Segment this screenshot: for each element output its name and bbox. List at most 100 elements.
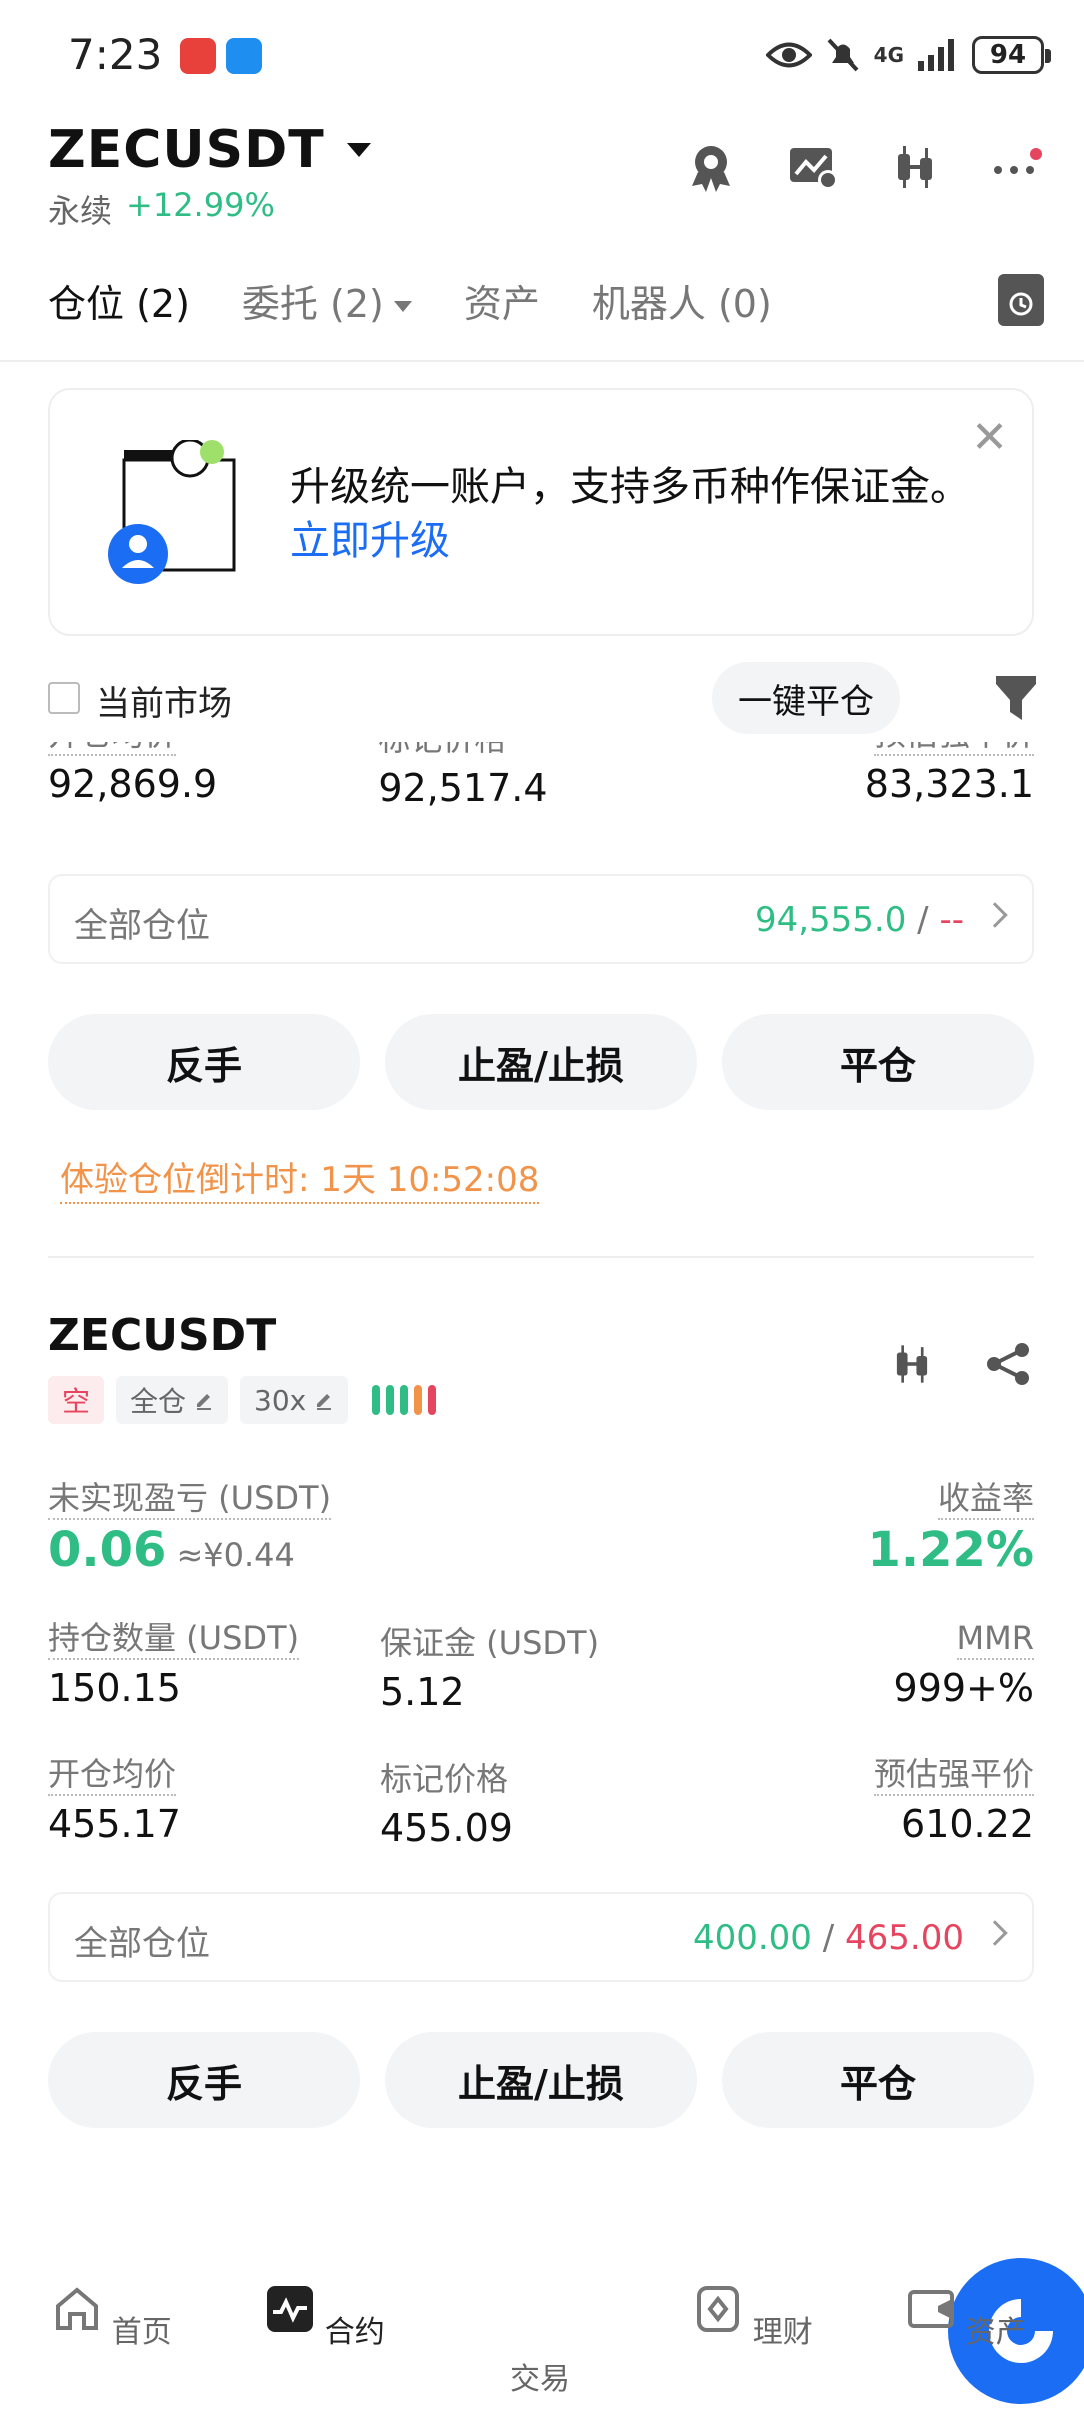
filter-icon[interactable] [996, 672, 1036, 722]
bottom-nav: 首页 合约 交易 理财 资产 [0, 2232, 1084, 2412]
nav-home-label: 首页 [111, 2315, 172, 2350]
current-market-checkbox[interactable] [48, 682, 80, 714]
share-icon[interactable] [984, 1340, 1032, 1388]
pnl-cny-value: ≈¥0.44 [176, 1536, 295, 1574]
nav-futures[interactable]: 合约 [265, 2284, 385, 2351]
size-label: 持仓数量 (USDT) [48, 1618, 300, 1660]
close-all-button[interactable]: 一键平仓 [712, 662, 900, 734]
tab-assets[interactable]: 资产 [464, 273, 540, 328]
mmr-value: 999+% [893, 1666, 1034, 1710]
sl-value: -- [939, 900, 964, 940]
nav-assets[interactable]: 资产 [906, 2284, 1026, 2351]
tab-orders-label: 委托 (2) [241, 281, 384, 326]
close-icon[interactable]: ✕ [971, 412, 1008, 463]
tabs-divider [0, 360, 1084, 362]
network-label: 4G [873, 43, 904, 67]
position2-symbol[interactable]: ZECUSDT [48, 1310, 276, 1361]
section-divider [48, 1256, 1034, 1258]
liq-price-label: 预估强平价 [873, 742, 1034, 756]
mark-price-value: 92,517.4 [378, 766, 548, 810]
eye-icon [765, 42, 812, 68]
candlestick-icon[interactable] [888, 1340, 936, 1388]
risk-bar [400, 1385, 409, 1415]
upgrade-link[interactable]: 立即升级 [290, 518, 450, 564]
risk-bar [428, 1385, 437, 1415]
position-tabs: 仓位 (2) 委托 (2) 资产 机器人 (0) [48, 270, 1044, 330]
tpsl-values: 94,555.0 / -- [755, 900, 964, 940]
history-icon[interactable] [998, 274, 1044, 326]
battery-level: 94 [989, 40, 1027, 70]
position2-actions: 反手 止盈/止损 平仓 [48, 2032, 1034, 2128]
position2-actions-icons [888, 1340, 1032, 1388]
all-positions-row[interactable]: 全部仓位 400.00 / 465.00 [48, 1892, 1034, 1982]
risk-bar [386, 1385, 395, 1415]
tpsl-separator: / [822, 1918, 835, 1958]
open-avg-value: 455.17 [48, 1802, 181, 1846]
reverse-button[interactable]: 反手 [48, 1014, 360, 1110]
all-positions-label: 全部仓位 [74, 906, 210, 946]
battery-indicator: 94 [972, 36, 1051, 74]
wallet-icon [908, 2290, 955, 2328]
nav-trade[interactable]: 交易 [480, 2258, 1084, 2404]
status-bar: 7:23 4G 94 [0, 0, 1084, 110]
unrealized-pnl-label: 未实现盈亏 (USDT) [48, 1478, 332, 1520]
candlestick-icon[interactable] [888, 140, 942, 194]
chevron-right-icon [982, 902, 1008, 928]
header-actions [684, 140, 1044, 194]
position2-price-row: 开仓均价 455.17 标记价格 455.09 预估强平价 610.22 [48, 1754, 1034, 1850]
contract-type: 永续 [48, 192, 113, 230]
nav-futures-label: 合约 [324, 2315, 385, 2350]
close-position-button[interactable]: 平仓 [722, 2032, 1034, 2128]
size-value: 150.15 [48, 1666, 181, 1710]
tpsl-button[interactable]: 止盈/止损 [385, 1014, 697, 1110]
open-avg-value: 92,869.9 [48, 762, 218, 806]
position2-tags: 空 全仓 30x [48, 1376, 437, 1424]
nav-earn[interactable]: 理财 [693, 2284, 813, 2351]
tab-bots[interactable]: 机器人 (0) [592, 273, 772, 328]
symbol-name: ZECUSDT [48, 120, 325, 180]
close-position-button[interactable]: 平仓 [722, 1014, 1034, 1110]
mmr-label: MMR [956, 1618, 1034, 1660]
tpsl-values: 400.00 / 465.00 [693, 1918, 964, 1958]
position1-price-row: 开仓均价 92,869.9 标记价格 92,517.4 预估强平价 83,323… [48, 742, 1034, 842]
position1-actions: 反手 止盈/止损 平仓 [48, 1014, 1034, 1110]
open-avg-label: 开仓均价 [48, 1754, 177, 1796]
tp-value: 94,555.0 [754, 900, 907, 940]
home-icon [56, 2287, 99, 2330]
more-icon[interactable] [990, 140, 1044, 194]
all-positions-row[interactable]: 全部仓位 94,555.0 / -- [48, 874, 1034, 964]
edit-icon [197, 1394, 212, 1410]
tab-orders[interactable]: 委托 (2) [242, 273, 412, 328]
mute-icon [827, 38, 859, 72]
nav-home[interactable]: 首页 [52, 2284, 172, 2351]
weather-app-icon [226, 38, 262, 74]
edit-icon [317, 1394, 332, 1410]
mark-price-label: 标记价格 [378, 742, 703, 760]
unified-account-illustration [108, 440, 236, 584]
trial-countdown[interactable]: 体验仓位倒计时: 1天 10:52:08 [60, 1158, 540, 1204]
nav-trade-label: 交易 [510, 2362, 570, 2397]
current-market-label: 当前市场 [96, 684, 232, 724]
header: ZECUSDT 永续 +12.99% [48, 120, 1044, 240]
open-avg-label: 开仓均价 [48, 742, 177, 756]
leverage-tag[interactable]: 30x [240, 1376, 349, 1424]
signal-icon [918, 39, 954, 71]
chart-settings-icon[interactable] [786, 140, 840, 194]
status-icons: 4G 94 [765, 30, 1051, 80]
tab-positions[interactable]: 仓位 (2) [48, 273, 190, 328]
margin-label: 保证金 (USDT) [380, 1624, 600, 1662]
earn-icon [697, 2286, 740, 2332]
margin-mode-label: 全仓 [130, 1385, 187, 1418]
margin-mode-tag[interactable]: 全仓 [116, 1376, 229, 1424]
sl-value: 465.00 [845, 1918, 964, 1958]
tpsl-button[interactable]: 止盈/止损 [385, 2032, 697, 2128]
chevron-down-icon [393, 300, 412, 312]
award-icon[interactable] [684, 140, 738, 194]
price-change: +12.99% [126, 186, 275, 224]
filter-row: 当前市场 一键平仓 [48, 660, 1036, 736]
liq-price-label: 预估强平价 [873, 1754, 1034, 1796]
liq-price-value: 610.22 [901, 1802, 1034, 1846]
nav-earn-label: 理财 [752, 2315, 813, 2350]
futures-icon [267, 2286, 314, 2332]
reverse-button[interactable]: 反手 [48, 2032, 360, 2128]
